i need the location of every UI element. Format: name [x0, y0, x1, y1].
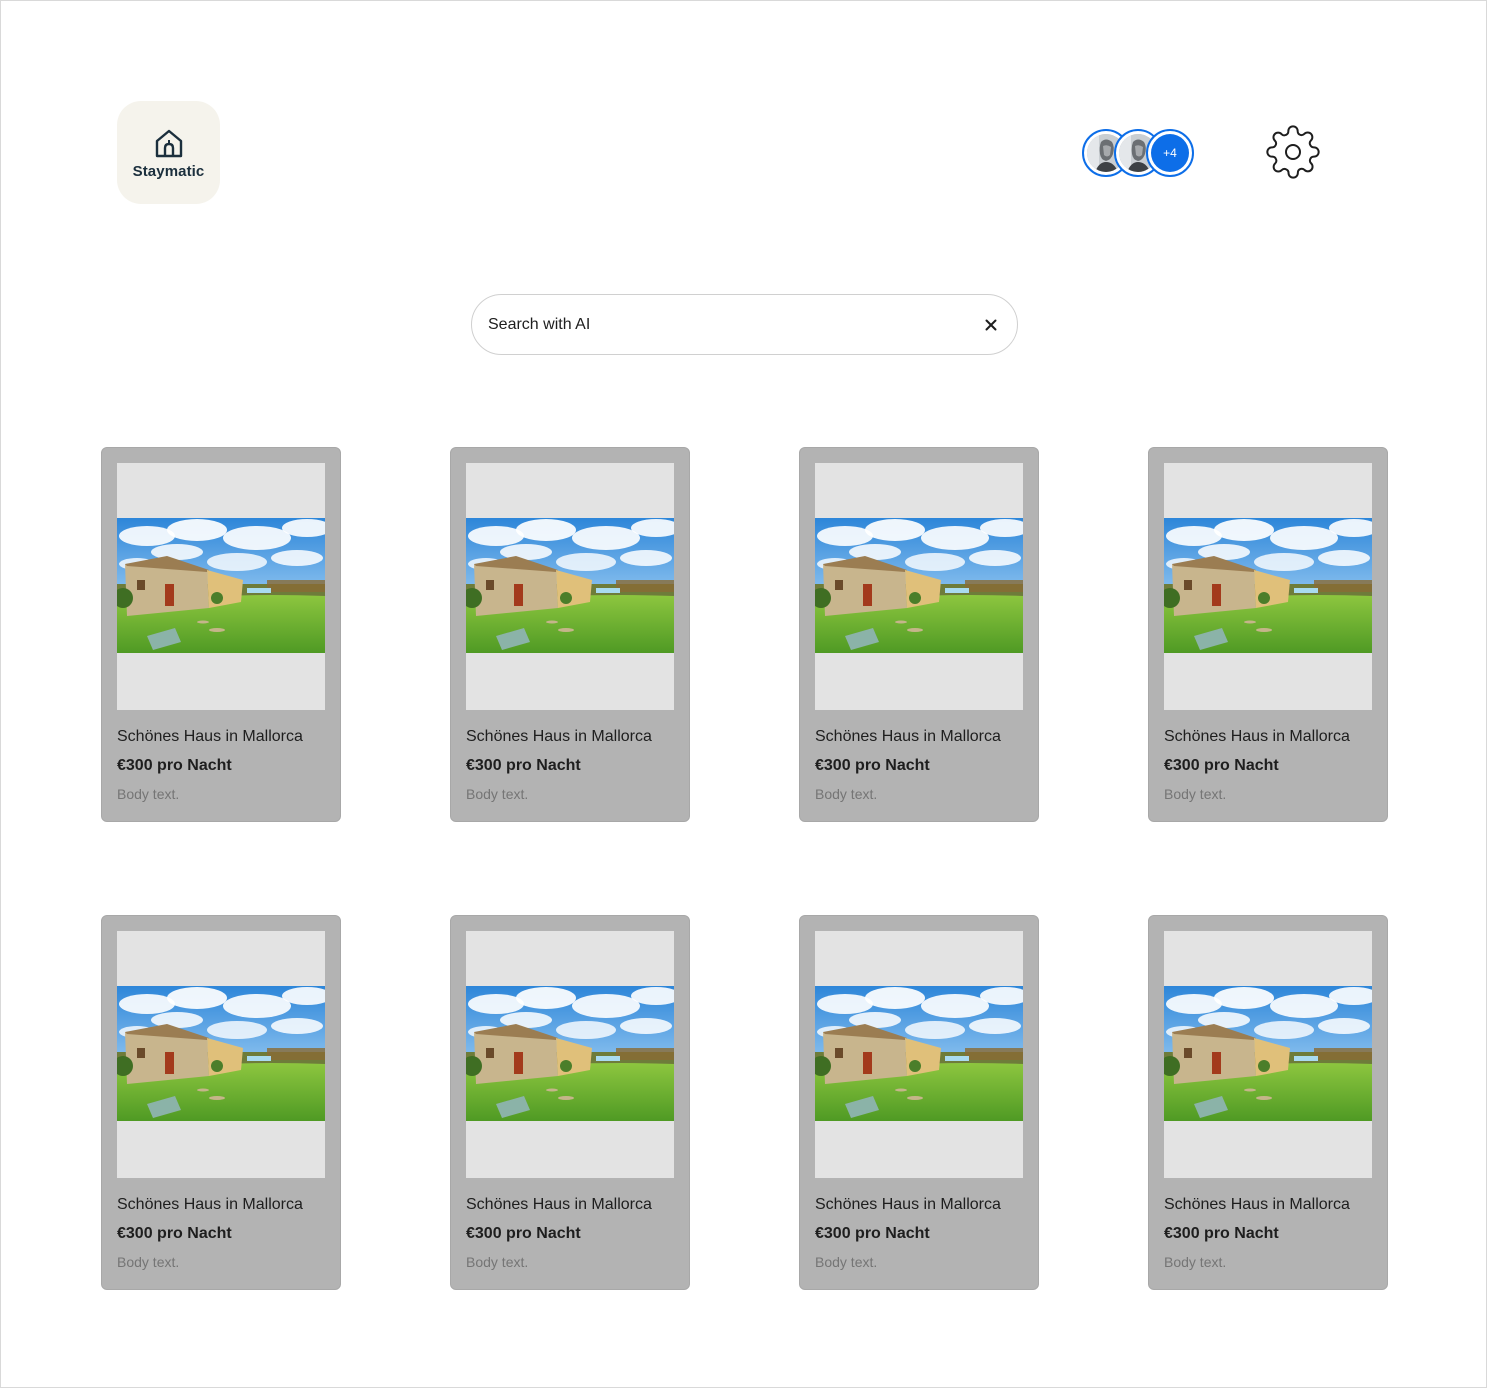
- listing-title: Schönes Haus in Mallorca: [117, 728, 303, 745]
- listing-title: Schönes Haus in Mallorca: [1164, 1196, 1350, 1213]
- listing-body-text: Body text.: [466, 1254, 529, 1270]
- house-photo: [815, 518, 1023, 653]
- staymatic-logo[interactable]: Staymatic: [117, 101, 220, 204]
- listing-title: Schönes Haus in Mallorca: [1164, 728, 1350, 745]
- listing-card[interactable]: Schönes Haus in Mallorca €300 pro Nacht …: [101, 447, 341, 822]
- listing-image-frame: [117, 463, 325, 710]
- listing-title: Schönes Haus in Mallorca: [466, 1196, 652, 1213]
- listing-price: €300 pro Nacht: [1164, 1225, 1279, 1242]
- listing-card[interactable]: Schönes Haus in Mallorca €300 pro Nacht …: [450, 915, 690, 1290]
- listing-title: Schönes Haus in Mallorca: [117, 1196, 303, 1213]
- listing-price: €300 pro Nacht: [117, 757, 232, 774]
- house-photo: [117, 986, 325, 1121]
- listing-price: €300 pro Nacht: [117, 1225, 232, 1242]
- listing-body-text: Body text.: [466, 786, 529, 802]
- house-photo: [117, 518, 325, 653]
- listing-body-text: Body text.: [815, 1254, 878, 1270]
- listing-price: €300 pro Nacht: [815, 757, 930, 774]
- listing-card[interactable]: Schönes Haus in Mallorca €300 pro Nacht …: [101, 915, 341, 1290]
- listing-price: €300 pro Nacht: [466, 757, 581, 774]
- listing-image-frame: [466, 463, 674, 710]
- house-photo: [815, 986, 1023, 1121]
- house-icon: [155, 129, 182, 157]
- listing-card[interactable]: Schönes Haus in Mallorca €300 pro Nacht …: [1148, 915, 1388, 1290]
- listing-card[interactable]: Schönes Haus in Mallorca €300 pro Nacht …: [450, 447, 690, 822]
- listing-body-text: Body text.: [1164, 1254, 1227, 1270]
- settings-button[interactable]: [1264, 123, 1322, 181]
- listing-card[interactable]: Schönes Haus in Mallorca €300 pro Nacht …: [799, 447, 1039, 822]
- close-icon: [985, 319, 997, 330]
- logo-text: Staymatic: [132, 162, 205, 180]
- listing-price: €300 pro Nacht: [815, 1225, 930, 1242]
- gear-icon: [1266, 125, 1320, 179]
- listing-title: Schönes Haus in Mallorca: [466, 728, 652, 745]
- listing-body-text: Body text.: [117, 1254, 180, 1270]
- house-photo: [1164, 518, 1372, 653]
- house-photo: [466, 518, 674, 653]
- listing-body-text: Body text.: [815, 786, 878, 802]
- listing-body-text: Body text.: [1164, 786, 1227, 802]
- listing-title: Schönes Haus in Mallorca: [815, 1196, 1001, 1213]
- listing-grid: Schönes Haus in Mallorca €300 pro Nacht …: [101, 447, 1388, 1290]
- more-avatars-badge[interactable]: +4: [1146, 129, 1194, 177]
- search-input[interactable]: [488, 315, 981, 334]
- clear-search-button[interactable]: [981, 315, 1001, 335]
- listing-image-frame: [815, 931, 1023, 1178]
- listing-image-frame: [1164, 463, 1372, 710]
- listing-body-text: Body text.: [117, 786, 180, 802]
- more-avatars-count: +4: [1151, 134, 1189, 172]
- collaborator-avatars[interactable]: +4: [1082, 129, 1197, 177]
- house-photo: [466, 986, 674, 1121]
- listing-price: €300 pro Nacht: [466, 1225, 581, 1242]
- app-frame: Staymatic +4 Search with AI Schönes Haus…: [0, 0, 1487, 1388]
- listing-image-frame: [815, 463, 1023, 710]
- listing-card[interactable]: Schönes Haus in Mallorca €300 pro Nacht …: [1148, 447, 1388, 822]
- house-photo: [1164, 986, 1372, 1121]
- listing-image-frame: [466, 931, 674, 1178]
- listing-image-frame: [1164, 931, 1372, 1178]
- listing-title: Schönes Haus in Mallorca: [815, 728, 1001, 745]
- listing-price: €300 pro Nacht: [1164, 757, 1279, 774]
- listing-image-frame: [117, 931, 325, 1178]
- ai-search-bar[interactable]: [471, 294, 1018, 355]
- listing-card[interactable]: Schönes Haus in Mallorca €300 pro Nacht …: [799, 915, 1039, 1290]
